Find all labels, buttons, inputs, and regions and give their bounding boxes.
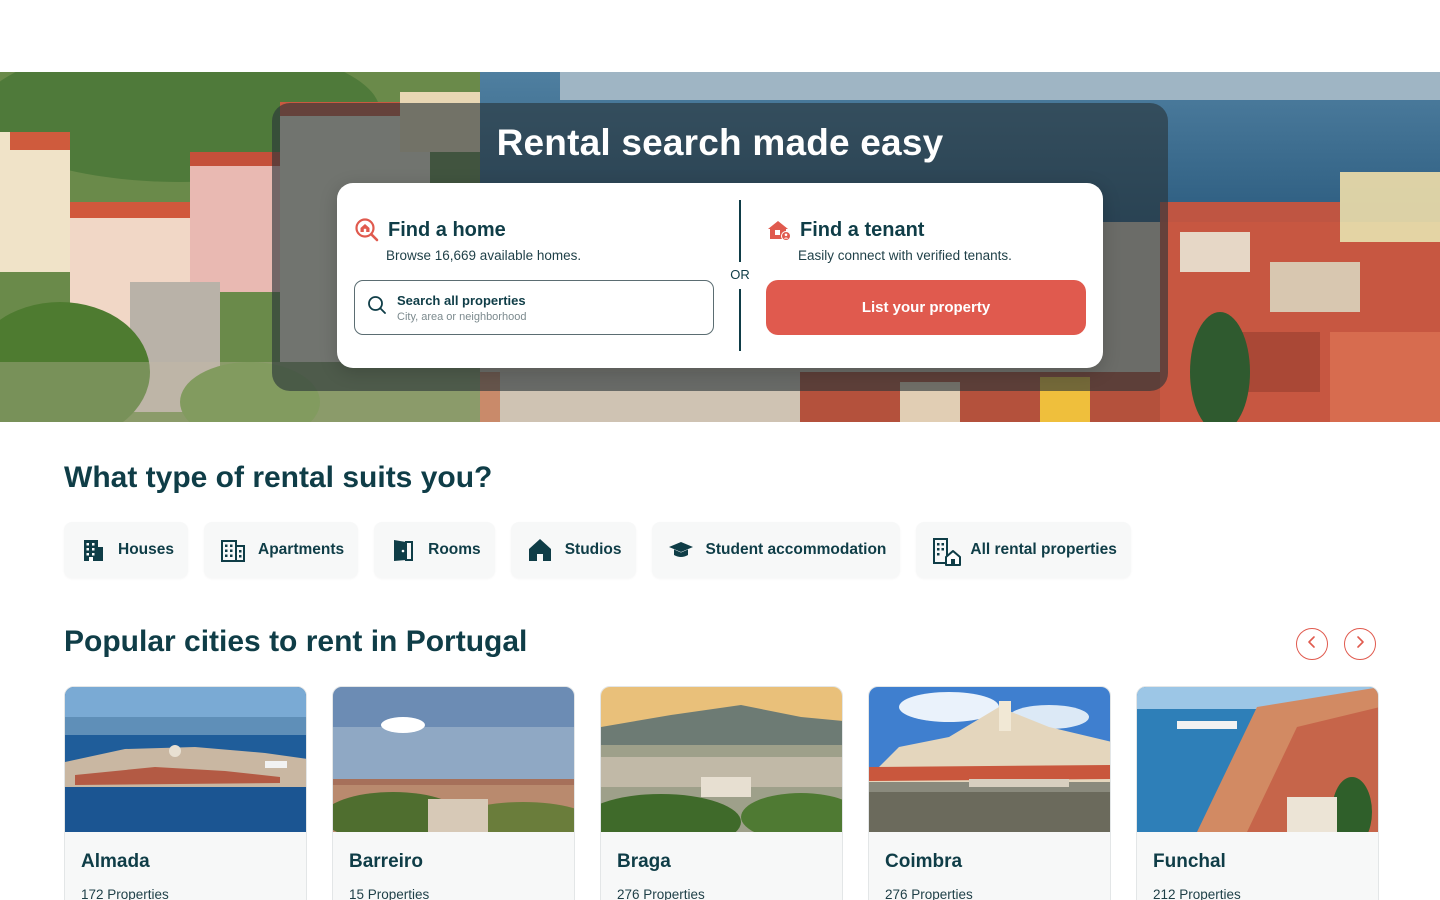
divider-line [739, 289, 741, 351]
carousel-next-button[interactable] [1344, 628, 1376, 660]
rental-type-student-accommodation[interactable]: Student accommodation [651, 522, 901, 578]
list-property-button[interactable]: List your property [766, 280, 1086, 335]
city-carousel: Almada 172 Properties Barreiro 15 Proper… [64, 686, 1379, 900]
property-search-input[interactable]: Search all properties City, area or neig… [354, 280, 714, 335]
house-search-icon [354, 217, 380, 243]
city-card-braga[interactable]: Braga 276 Properties [600, 686, 843, 900]
graduation-cap-icon [668, 537, 694, 563]
top-navigation-bar [0, 0, 1440, 72]
rental-type-label: Apartments [258, 541, 345, 558]
rental-type-label: Rooms [428, 541, 481, 558]
house-user-icon [766, 217, 792, 243]
city-image [601, 687, 842, 832]
city-name: Funchal [1153, 851, 1226, 872]
find-home-block: Find a home Browse 16,669 available home… [354, 217, 714, 263]
find-tenant-block: Find a tenant Easily connect with verifi… [766, 217, 1086, 263]
apartment-building-icon [220, 537, 246, 563]
search-placeholder: City, area or neighborhood [397, 310, 527, 323]
find-tenant-subtitle: Easily connect with verified tenants. [798, 248, 1012, 263]
rental-type-studios[interactable]: Studios [510, 522, 636, 578]
city-property-count: 212 Properties [1153, 887, 1241, 900]
search-icon [367, 295, 387, 320]
rental-type-houses[interactable]: Houses [64, 522, 188, 578]
city-name: Braga [617, 851, 671, 872]
home-icon [527, 537, 553, 563]
city-name: Almada [81, 851, 150, 872]
rental-type-rooms[interactable]: Rooms [374, 522, 495, 578]
city-image [869, 687, 1110, 832]
rental-type-label: Studios [564, 541, 622, 558]
rental-type-apartments[interactable]: Apartments [204, 522, 359, 578]
or-separator: OR [730, 267, 750, 282]
city-card-barreiro[interactable]: Barreiro 15 Properties [332, 686, 575, 900]
find-home-subtitle: Browse 16,669 available homes. [386, 248, 582, 263]
find-home-title: Find a home [388, 218, 506, 241]
city-name: Barreiro [349, 851, 423, 872]
city-image [1137, 687, 1378, 832]
chevron-right-icon [1353, 635, 1367, 654]
rental-type-label: Houses [118, 541, 174, 558]
rental-type-label: Student accommodation [705, 541, 887, 558]
city-property-count: 276 Properties [885, 887, 973, 900]
search-label: Search all properties [397, 292, 526, 308]
chevron-left-icon [1305, 635, 1319, 654]
rental-types-title: What type of rental suits you? [64, 461, 493, 494]
city-card-almada[interactable]: Almada 172 Properties [64, 686, 307, 900]
city-card-coimbra[interactable]: Coimbra 276 Properties [868, 686, 1111, 900]
search-card: Find a home Browse 16,669 available home… [337, 183, 1103, 368]
door-icon [390, 537, 416, 563]
rental-type-label: All rental properties [970, 541, 1117, 558]
city-name: Coimbra [885, 851, 963, 872]
popular-cities-title: Popular cities to rent in Portugal [64, 625, 528, 658]
hero-title: Rental search made easy [496, 122, 944, 163]
city-property-count: 276 Properties [617, 887, 705, 900]
city-property-count: 15 Properties [349, 887, 430, 900]
hero-section: Rental search made easy Find a home Brow… [0, 72, 1440, 422]
city-property-count: 172 Properties [81, 887, 169, 900]
rental-type-list: Houses Apartments Rooms Studios Student … [64, 522, 1131, 578]
buildings-icon [932, 537, 962, 566]
city-image [65, 687, 306, 832]
city-card-funchal[interactable]: Funchal 212 Properties [1136, 686, 1379, 900]
find-tenant-title: Find a tenant [800, 218, 925, 241]
city-image [333, 687, 574, 832]
carousel-prev-button[interactable] [1296, 628, 1328, 660]
divider-line [739, 200, 741, 262]
rental-type-all[interactable]: All rental properties [916, 522, 1131, 578]
house-building-icon [80, 537, 106, 563]
